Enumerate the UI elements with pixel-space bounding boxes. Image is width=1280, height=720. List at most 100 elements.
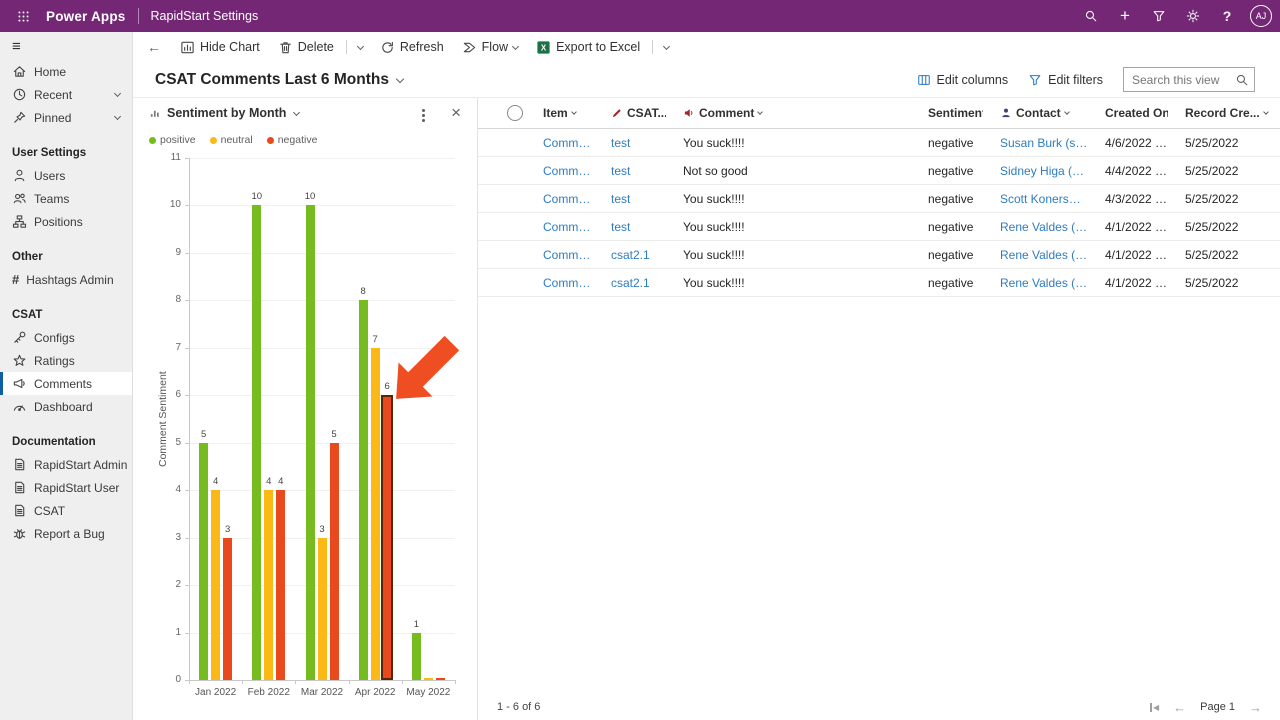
cell-csat[interactable]: test <box>594 164 666 178</box>
column-header-created_on[interactable]: Created On↓ <box>1088 106 1168 120</box>
sidebar-item-teams[interactable]: Teams <box>0 187 132 210</box>
command-overflow-chevron[interactable] <box>350 44 371 51</box>
chart-close-icon[interactable]: × <box>451 104 461 121</box>
chart-selector[interactable]: Sentiment by Month <box>149 106 299 120</box>
edit-filters-button[interactable]: Edit filters <box>1028 73 1103 87</box>
chart-more-icon[interactable] <box>422 114 425 117</box>
environment-name[interactable]: RapidStart Settings <box>151 9 259 23</box>
bar-positive-feb-2022[interactable] <box>252 205 261 680</box>
waffle-icon[interactable] <box>0 10 46 23</box>
cell-contact[interactable]: Rene Valdes (sample) <box>983 220 1088 234</box>
view-selector[interactable]: CSAT Comments Last 6 Months <box>155 71 403 89</box>
table-row-3[interactable]: CommenttestYou suck!!!!negativeScott Kon… <box>478 185 1280 213</box>
filter-icon[interactable] <box>1142 0 1176 32</box>
table-row-1[interactable]: CommenttestYou suck!!!!negativeSusan Bur… <box>478 129 1280 157</box>
table-row-6[interactable]: Commentcsat2.1You suck!!!!negativeRene V… <box>478 269 1280 297</box>
cell-item[interactable]: Comment <box>526 136 594 150</box>
bar-neutral-jan-2022[interactable] <box>211 490 220 680</box>
sidebar-item-home[interactable]: Home <box>0 60 132 83</box>
sidebar-item-label: CSAT <box>34 504 65 518</box>
cell-contact[interactable]: Susan Burk (sample) <box>983 136 1088 150</box>
sidebar-item-csat[interactable]: CSAT <box>0 499 132 522</box>
cell-contact[interactable]: Rene Valdes (sample) <box>983 248 1088 262</box>
search-view-icon[interactable] <box>1230 73 1254 87</box>
back-button[interactable]: ← <box>147 39 161 55</box>
sidebar-item-configs[interactable]: Configs <box>0 326 132 349</box>
next-page-icon[interactable]: → <box>1249 700 1262 715</box>
bar-negative-jan-2022[interactable] <box>223 538 232 680</box>
view-search-box <box>1123 67 1255 92</box>
y-tick-label: 1 <box>161 627 181 638</box>
bar-neutral-feb-2022[interactable] <box>264 490 273 680</box>
sidebar-item-comments[interactable]: Comments <box>0 372 132 395</box>
cell-csat[interactable]: test <box>594 192 666 206</box>
bar-neutral-mar-2022[interactable] <box>318 538 327 680</box>
view-search-input[interactable] <box>1124 73 1230 87</box>
plus-icon[interactable]: + <box>1108 0 1142 32</box>
columns-icon <box>917 73 931 87</box>
cell-csat[interactable]: test <box>594 136 666 150</box>
refresh-button[interactable]: Refresh <box>371 32 453 62</box>
sidebar-item-rapidstart-admin[interactable]: RapidStart Admin <box>0 453 132 476</box>
bar-neutral-may-2022[interactable] <box>424 678 433 680</box>
bar-positive-mar-2022[interactable] <box>306 205 315 680</box>
column-header-contact[interactable]: Contact <box>983 106 1088 120</box>
cell-contact[interactable]: Sidney Higa (sample) <box>983 164 1088 178</box>
table-row-2[interactable]: CommenttestNot so goodnegativeSidney Hig… <box>478 157 1280 185</box>
bar-positive-apr-2022[interactable] <box>359 300 368 680</box>
first-page-icon[interactable]: ◀ <box>1150 703 1159 712</box>
sidebar-item-users[interactable]: Users <box>0 164 132 187</box>
sidebar-item-recent[interactable]: Recent <box>0 83 132 106</box>
column-header-csat[interactable]: CSAT...↓ <box>594 106 666 120</box>
column-header-comment[interactable]: Comment <box>666 106 911 120</box>
hide-chart-button[interactable]: Hide Chart <box>171 32 269 62</box>
select-all-cell <box>478 105 526 121</box>
bar-neutral-apr-2022[interactable] <box>371 348 380 680</box>
edit-columns-button[interactable]: Edit columns <box>917 73 1009 87</box>
bar-negative-may-2022[interactable] <box>436 678 445 680</box>
table-row-5[interactable]: Commentcsat2.1You suck!!!!negativeRene V… <box>478 241 1280 269</box>
cell-item[interactable]: Comment <box>526 164 594 178</box>
bar-positive-may-2022[interactable] <box>412 633 421 680</box>
sidebar-item-ratings[interactable]: Ratings <box>0 349 132 372</box>
table-row-4[interactable]: CommenttestYou suck!!!!negativeRene Vald… <box>478 213 1280 241</box>
sidebar-item-dashboard[interactable]: Dashboard <box>0 395 132 418</box>
cell-csat[interactable]: csat2.1 <box>594 276 666 290</box>
search-icon[interactable] <box>1074 0 1108 32</box>
column-label: CSAT... <box>627 106 666 120</box>
sidebar-item-report-a-bug[interactable]: Report a Bug <box>0 522 132 545</box>
cell-contact[interactable]: Rene Valdes (sample) <box>983 276 1088 290</box>
cell-contact[interactable]: Scott Konersmann (... <box>983 192 1088 206</box>
previous-page-icon[interactable]: ← <box>1173 700 1186 715</box>
column-header-sentiment[interactable]: Sentiment <box>911 106 983 120</box>
avatar[interactable]: AJ <box>1250 5 1272 27</box>
export-to-excel-button[interactable]: XExport to Excel <box>527 32 649 62</box>
column-header-record_created[interactable]: Record Cre... <box>1168 106 1280 120</box>
header-divider <box>138 8 139 24</box>
delete-button[interactable]: Delete <box>269 32 343 62</box>
cell-item[interactable]: Comment <box>526 248 594 262</box>
command-overflow-chevron[interactable] <box>656 44 677 51</box>
cell-item[interactable]: Comment <box>526 220 594 234</box>
grid-line <box>189 490 455 491</box>
sidebar-item-positions[interactable]: Positions <box>0 210 132 233</box>
gear-icon[interactable] <box>1176 0 1210 32</box>
bar-negative-mar-2022[interactable] <box>330 443 339 680</box>
column-header-item[interactable]: Item <box>526 106 594 120</box>
bar-value-label: 4 <box>270 476 292 487</box>
cell-csat[interactable]: test <box>594 220 666 234</box>
sidebar-item-rapidstart-user[interactable]: RapidStart User <box>0 476 132 499</box>
y-tick-label: 8 <box>161 294 181 305</box>
cell-item[interactable]: Comment <box>526 192 594 206</box>
bar-negative-feb-2022[interactable] <box>276 490 285 680</box>
sidebar-item-hashtags-admin[interactable]: #Hashtags Admin <box>0 268 132 291</box>
bar-negative-apr-2022[interactable] <box>381 395 393 680</box>
sidebar-item-pinned[interactable]: Pinned <box>0 106 132 129</box>
flow-button[interactable]: Flow <box>453 32 527 62</box>
cell-item[interactable]: Comment <box>526 276 594 290</box>
select-all-checkbox[interactable] <box>507 105 523 121</box>
hamburger-menu-icon[interactable]: ≡ <box>0 32 132 60</box>
help-icon[interactable]: ? <box>1210 0 1244 32</box>
cell-csat[interactable]: csat2.1 <box>594 248 666 262</box>
legend-item-neutral: neutral <box>210 134 253 146</box>
